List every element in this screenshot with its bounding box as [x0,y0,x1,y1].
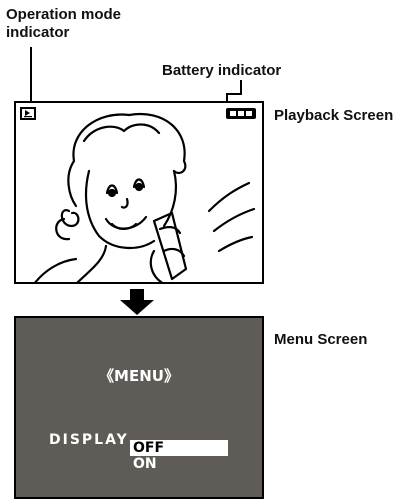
menu-item-display[interactable]: DISPLAY [49,432,129,448]
display-option-on[interactable]: ON [133,456,157,472]
operation-mode-indicator-label: Operation mode indicator [6,6,122,41]
menu-screen: 《MENU》 DISPLAY OFF ON [14,316,264,499]
battery-indicator-label: Battery indicator [162,62,282,79]
menu-screen-label: Menu Screen [274,331,368,348]
battery-leader-line-vertical [240,80,242,94]
down-arrow-icon [120,289,154,315]
cartoon-girl-illustration [34,112,256,282]
playback-screen [14,101,264,284]
operation-mode-leader-line [30,47,32,105]
battery-leader-line-horizontal [226,93,242,95]
display-option-off-selected[interactable]: OFF [130,440,228,456]
menu-title: 《MENU》 [99,367,179,385]
playback-screen-label: Playback Screen [274,107,394,124]
